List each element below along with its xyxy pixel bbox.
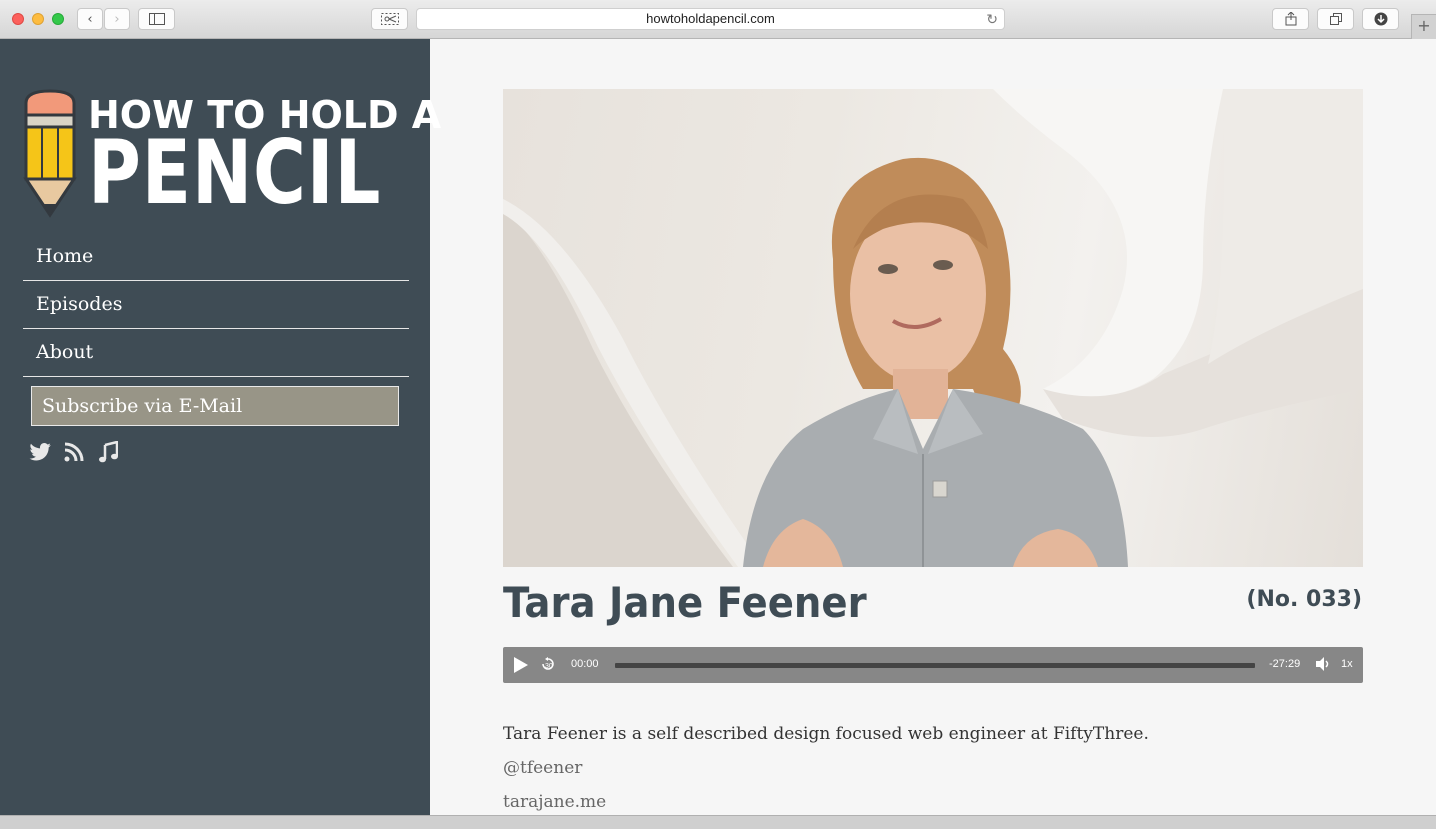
address-bar[interactable]: howtoholdapencil.com ↻ [416,8,1005,30]
episode-description: Tara Feener is a self described design f… [503,717,1363,819]
forward-button[interactable]: › [104,8,130,30]
pencil-icon [23,89,77,218]
episode-number: (No. 033) [1246,587,1362,612]
social-links [29,441,119,463]
nav-item-episodes[interactable]: Episodes [23,281,409,329]
volume-button[interactable] [1315,656,1331,675]
sidebar-icon [148,13,165,25]
nav-item-about[interactable]: About [23,329,409,377]
audio-player: 30 00:00 -27:29 1x [503,647,1363,683]
chevron-left-icon: ‹ [87,11,93,27]
speaker-icon [1316,657,1329,671]
current-time: 00:00 [571,658,599,670]
rss-icon[interactable] [63,441,85,463]
sidebar: HOW TO HOLD A PENCIL Home Episodes About… [0,39,441,815]
share-button[interactable] [1272,8,1309,30]
nav-item-home[interactable]: Home [23,233,409,281]
episode-title: Tara Jane Feener [503,578,867,627]
main-nav: Home Episodes About [23,233,409,377]
episode-hero-image [503,89,1363,567]
play-button[interactable] [513,656,529,677]
music-icon[interactable] [97,441,119,463]
close-window-button[interactable] [12,13,24,25]
logo-title-bottom: PENCIL [88,121,382,224]
sidebar-toggle-button[interactable] [138,8,175,30]
play-icon [514,657,528,673]
share-icon [1285,12,1296,26]
twitter-handle-link[interactable]: @tfeener [503,751,1363,785]
remaining-time: -27:29 [1269,658,1301,670]
description-text: Tara Feener is a self described design f… [503,724,1149,744]
back-button[interactable]: ‹ [77,8,103,30]
skip-back-button[interactable]: 30 [541,657,555,674]
progress-track[interactable] [615,663,1255,668]
chevron-right-icon: › [114,11,120,27]
tabs-overview-button[interactable] [1317,8,1354,30]
website-link[interactable]: tarajane.me [503,785,1363,819]
browser-toolbar: ‹ › howtoholdapencil.com ↻ + [0,0,1436,39]
scissors-icon [380,13,399,25]
subscribe-email-button[interactable]: Subscribe via E-Mail [31,386,399,426]
downloads-button[interactable] [1362,8,1399,30]
reader-button[interactable] [371,8,408,30]
download-icon [1374,12,1387,26]
twitter-icon[interactable] [29,441,51,463]
skip-seconds-label: 30 [545,663,553,670]
playback-speed-button[interactable]: 1x [1341,658,1353,670]
tabs-icon [1329,13,1342,25]
minimize-window-button[interactable] [32,13,44,25]
maximize-window-button[interactable] [52,13,64,25]
url-text: howtoholdapencil.com [646,11,775,26]
browser-status-bar [0,815,1436,829]
reload-icon[interactable]: ↻ [986,9,998,29]
new-tab-button[interactable]: + [1411,14,1436,39]
site-logo[interactable]: HOW TO HOLD A PENCIL [22,89,441,224]
